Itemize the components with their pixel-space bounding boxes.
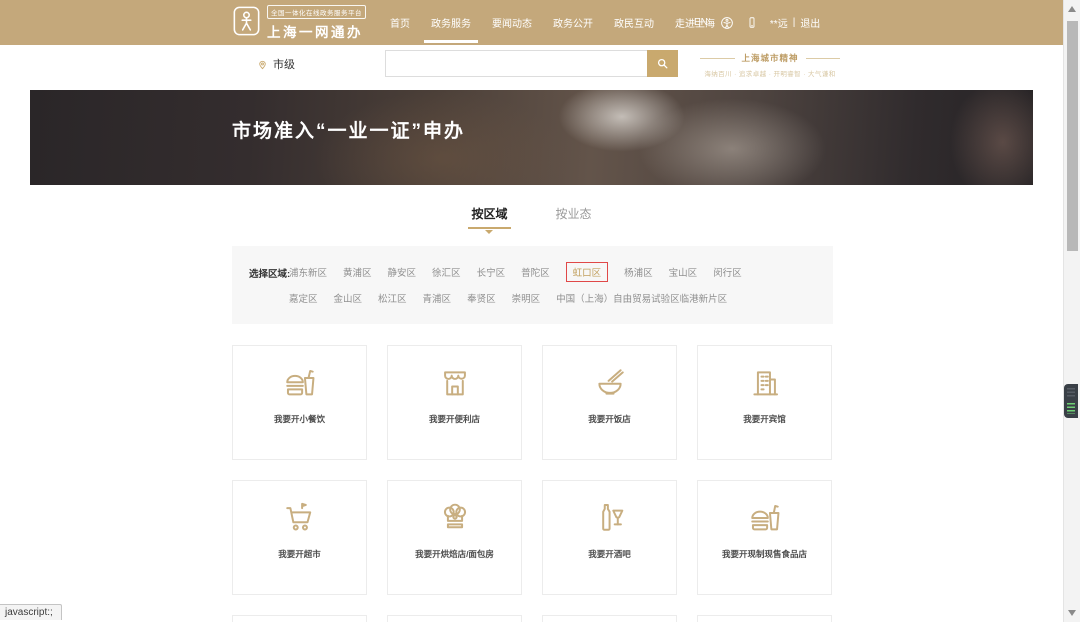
district-link[interactable]: 静安区 [388, 265, 417, 279]
city-spirit-slogan: 海纳百川 · 追求卓越 · 开明睿智 · 大气谦和 [700, 68, 840, 78]
tab-by-industry[interactable]: 按业态 [553, 205, 595, 232]
nav-gov-info[interactable]: 政务公开 [551, 0, 595, 45]
district-link[interactable]: 闵行区 [713, 265, 742, 279]
bakery-icon [438, 501, 472, 535]
region-selector[interactable]: 市级 [257, 56, 295, 72]
district-row: 嘉定区 金山区 松江区 青浦区 奉贤区 崇明区 中国（上海）自由贸易试验区临港新片区 [289, 285, 827, 311]
platform-tag: 全国一体化在线政务服务平台 [267, 5, 366, 19]
district-rows: 浦东新区 黄浦区 静安区 徐汇区 长宁区 普陀区 虹口区 杨浦区 宝山区 闵行区嘉定区 金山区 松江区… [289, 259, 827, 311]
status-link-hint: javascript:; [0, 604, 62, 620]
service-card-label: 我要开小餐饮 [274, 413, 325, 425]
district-link[interactable]: 嘉定区 [289, 291, 318, 305]
district-row: 浦东新区 黄浦区 静安区 徐汇区 长宁区 普陀区 虹口区 杨浦区 宝山区 闵行区 [289, 259, 827, 285]
floating-side-widget[interactable] [1064, 384, 1078, 418]
service-card-peek[interactable] [232, 615, 367, 622]
mobile-icon[interactable] [746, 15, 758, 30]
main-nav: 首页政务服务要闻动态政务公开政民互动走进上海 [388, 0, 717, 45]
bar-icon [593, 501, 627, 535]
district-link[interactable]: 浦东新区 [289, 265, 327, 279]
search-icon [656, 57, 669, 70]
logout-link[interactable]: 退出 [800, 15, 820, 30]
scroll-up-arrow-icon[interactable] [1068, 6, 1076, 12]
cart-icon [283, 501, 317, 535]
hotel-icon [748, 366, 782, 400]
view-tabs: 按区域 按业态 [0, 205, 1063, 232]
header-utility-bar: EN **远 | 退出 [694, 0, 820, 45]
district-link[interactable]: 徐汇区 [432, 265, 461, 279]
username: **远 [770, 15, 788, 30]
district-link[interactable]: 长宁区 [477, 265, 506, 279]
district-panel: 选择区域: 浦东新区 黄浦区 静安区 徐汇区 长宁区 普陀区 虹口区 杨浦区 宝山区 闵行区嘉定区… [232, 246, 833, 324]
region-label: 市级 [273, 56, 295, 72]
district-link[interactable]: 虹口区 [566, 262, 609, 282]
hero-banner: 市场准入“一业一证”申办 [30, 90, 1033, 185]
service-card-label: 我要开便利店 [429, 413, 480, 425]
district-label: 选择区域: [249, 266, 290, 280]
service-card-label: 我要开饭店 [588, 413, 631, 425]
service-cards: 我要开小餐饮 我要开便利店 我要开饭店 我要开宾馆 我要开超市 我要开烘焙店/面… [232, 345, 832, 595]
restaurant-icon [593, 366, 627, 400]
scrollbar-thumb[interactable] [1067, 21, 1078, 251]
scrollbar[interactable] [1063, 0, 1080, 622]
service-card[interactable]: 我要开现制现售食品店 [697, 480, 832, 595]
browser-viewport: 全国一体化在线政务服务平台 上海一网通办 首页政务服务要闻动态政务公开政民互动走… [0, 0, 1080, 622]
district-link[interactable]: 普陀区 [521, 265, 550, 279]
lang-switch[interactable]: EN [694, 17, 708, 28]
search-button[interactable] [647, 50, 678, 77]
nav-interaction[interactable]: 政民互动 [612, 0, 656, 45]
freshfood-icon [748, 501, 782, 535]
service-card[interactable]: 我要开烘焙店/面包房 [387, 480, 522, 595]
tab-by-region[interactable]: 按区域 [468, 205, 510, 232]
location-pin-icon [257, 58, 268, 71]
decorative-line [700, 58, 735, 59]
service-card-peek[interactable] [387, 615, 522, 622]
site-title: 上海一网通办 [267, 21, 366, 41]
scroll-down-arrow-icon[interactable] [1068, 610, 1076, 616]
nav-home[interactable]: 首页 [388, 0, 412, 45]
nav-news[interactable]: 要闻动态 [490, 0, 534, 45]
district-link[interactable]: 奉贤区 [467, 291, 496, 305]
service-card[interactable]: 我要开宾馆 [697, 345, 832, 460]
site-logo[interactable]: 全国一体化在线政务服务平台 上海一网通办 [233, 5, 366, 41]
service-card-label: 我要开烘焙店/面包房 [415, 548, 494, 560]
district-link[interactable]: 宝山区 [669, 265, 698, 279]
service-card-label: 我要开现制现售食品店 [722, 548, 807, 560]
service-card-peek[interactable] [542, 615, 677, 622]
service-card[interactable]: 我要开超市 [232, 480, 367, 595]
district-link[interactable]: 黄浦区 [343, 265, 372, 279]
city-spirit-title: 上海城市精神 [742, 52, 799, 64]
fastfood-icon [283, 366, 317, 400]
district-link[interactable]: 杨浦区 [624, 265, 653, 279]
service-card[interactable]: 我要开小餐饮 [232, 345, 367, 460]
nav-gov-services[interactable]: 政务服务 [429, 0, 473, 45]
search-bar [385, 50, 678, 77]
site-header: 全国一体化在线政务服务平台 上海一网通办 首页政务服务要闻动态政务公开政民互动走… [0, 0, 1063, 45]
logo-emblem-icon [233, 5, 260, 41]
page-title: 市场准入“一业一证”申办 [232, 116, 465, 143]
service-card[interactable]: 我要开饭店 [542, 345, 677, 460]
district-link[interactable]: 松江区 [378, 291, 407, 305]
service-card-peek[interactable] [697, 615, 832, 622]
store-icon [438, 366, 472, 400]
service-card-label: 我要开宾馆 [743, 413, 786, 425]
district-link[interactable]: 中国（上海）自由贸易试验区临港新片区 [556, 291, 727, 305]
search-input[interactable] [385, 50, 647, 77]
district-link[interactable]: 金山区 [334, 291, 363, 305]
divider: | [793, 17, 796, 28]
service-card-label: 我要开超市 [278, 548, 321, 560]
city-spirit-block: 上海城市精神 海纳百川 · 追求卓越 · 开明睿智 · 大气谦和 [700, 52, 840, 78]
accessibility-icon[interactable] [720, 16, 734, 30]
decorative-line [806, 58, 841, 59]
district-link[interactable]: 崇明区 [512, 291, 541, 305]
district-link[interactable]: 青浦区 [423, 291, 452, 305]
next-row-peek [232, 615, 832, 622]
service-card[interactable]: 我要开便利店 [387, 345, 522, 460]
service-card-label: 我要开酒吧 [588, 548, 631, 560]
service-card[interactable]: 我要开酒吧 [542, 480, 677, 595]
